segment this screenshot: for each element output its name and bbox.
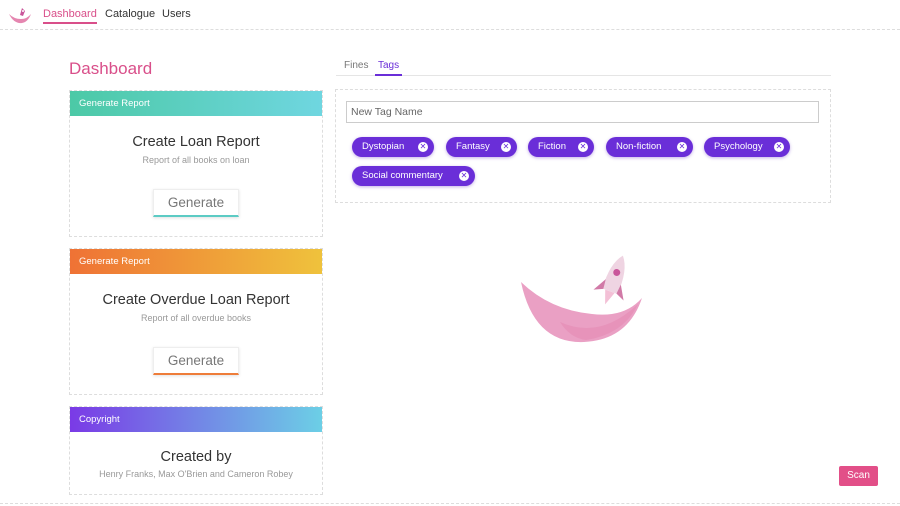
credits-title: Created by [160,449,232,465]
tab-fines[interactable]: Fines [341,60,371,74]
generate-loan-report-button[interactable]: Generate [153,189,239,217]
card-body: Create Loan Report Report of all books o… [70,134,322,217]
remove-tag-icon[interactable]: ✕ [459,171,469,181]
tag-label: Psychology [714,141,763,152]
tag-label: Dystopian [362,141,405,152]
card-subtitle: Report of all overdue books [140,313,252,323]
page-title: Dashboard [69,59,153,78]
divider [0,503,900,504]
remove-tag-icon[interactable]: ✕ [774,142,784,152]
nav-link-users[interactable]: Users [162,8,191,20]
generate-overdue-report-button[interactable]: Generate [153,347,239,375]
scan-button[interactable]: Scan [839,466,878,486]
tags-panel: Dystopian ✕ Fantasy ✕ Fiction ✕ Non-fict… [335,89,831,203]
copyright-card: Copyright Created by Henry Franks, Max O… [69,406,323,495]
tag-chip: Psychology ✕ [704,137,790,157]
remove-tag-icon[interactable]: ✕ [677,142,687,152]
card-header: Generate Report [70,91,322,116]
tag-label: Fantasy [456,141,490,152]
remove-tag-icon[interactable]: ✕ [578,142,588,152]
new-tag-name-input[interactable] [346,101,819,123]
tag-label: Fiction [538,141,566,152]
card-title: Create Overdue Loan Report [102,292,290,308]
rocket-moon-logo-icon[interactable] [8,7,32,25]
tag-label: Social commentary [362,170,443,181]
tag-chip: Fantasy ✕ [446,137,517,157]
credits-names: Henry Franks, Max O'Brien and Cameron Ro… [99,469,293,479]
card-header: Generate Report [70,249,322,274]
card-header: Copyright [70,407,322,432]
tag-label: Non-fiction [616,141,662,152]
card-body: Create Overdue Loan Report Report of all… [70,292,322,375]
tag-chip: Non-fiction ✕ [606,137,693,157]
top-navigation: Dashboard Catalogue Users [0,0,900,30]
tag-chip: Fiction ✕ [528,137,594,157]
tab-tags[interactable]: Tags [375,60,403,76]
card-subtitle: Report of all books on loan [142,155,250,165]
tag-chip: Dystopian ✕ [352,137,434,157]
remove-tag-icon[interactable]: ✕ [501,142,511,152]
tab-bar: Fines Tags [336,58,831,76]
rocket-moon-illustration [521,255,642,343]
tag-chip: Social commentary ✕ [352,166,475,186]
card-body: Created by Henry Franks, Max O'Brien and… [70,449,322,479]
overdue-report-card: Generate Report Create Overdue Loan Repo… [69,248,323,395]
card-title: Create Loan Report [132,134,260,150]
remove-tag-icon[interactable]: ✕ [418,142,428,152]
nav-link-catalogue[interactable]: Catalogue [105,8,155,20]
loan-report-card: Generate Report Create Loan Report Repor… [69,90,323,237]
nav-link-dashboard[interactable]: Dashboard [43,8,97,24]
